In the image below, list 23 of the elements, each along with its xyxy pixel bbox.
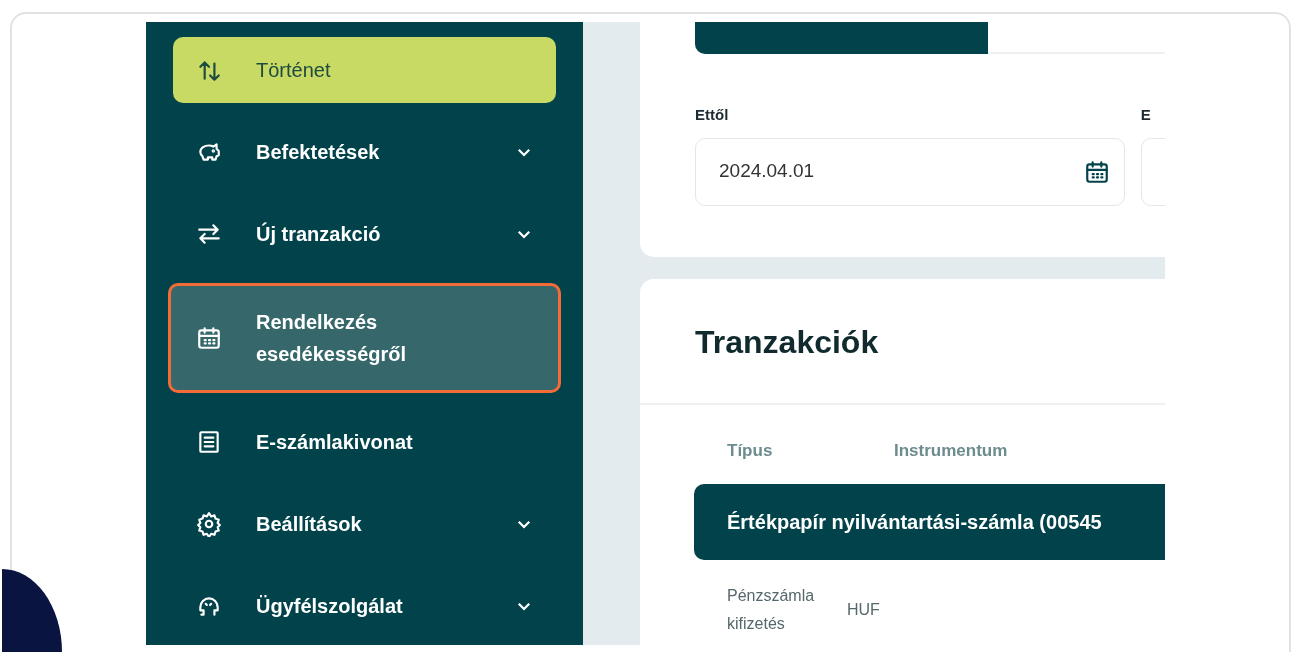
table-cell-text: HUF — [847, 599, 880, 620]
sidebar-item[interactable]: Beállítások — [173, 491, 556, 557]
sidebar-item[interactable]: Ügyfélszolgálat — [173, 573, 556, 639]
menu-label: Rendelkezés esedékességről — [256, 310, 408, 367]
menu-label: E-számlakivonat — [256, 430, 414, 455]
menu-label: Történet — [256, 58, 332, 83]
column-header: Típus — [727, 440, 774, 462]
date-field[interactable]: 2024.04.01 — [695, 137, 1125, 206]
sidebar-item[interactable]: Rendelkezés esedékességről — [168, 283, 561, 393]
sidebar-item[interactable]: Befektetések — [173, 119, 556, 185]
field-label: Ettől — [695, 105, 730, 125]
menu-label: Befektetések — [256, 140, 381, 165]
table-cell-text: Pénzszámla kifizetés — [727, 585, 816, 634]
section-title: Tranzakciók — [640, 279, 1165, 405]
field-label: E — [1140, 105, 1152, 125]
menu-label: Ügyfélszolgálat — [256, 594, 404, 619]
sidebar-item[interactable]: Új tranzakció — [173, 201, 556, 267]
sidebar-item[interactable]: Történet — [173, 37, 556, 103]
account-group-row[interactable]: Értékpapír nyilvántartási-számla (00545 — [694, 483, 1165, 560]
menu-label: Beállítások — [256, 512, 363, 537]
column-header: Instrumentum — [894, 440, 1008, 462]
menu-label: Új tranzakció — [256, 221, 382, 247]
sidebar-item[interactable]: E-számlakivonat — [173, 409, 556, 475]
